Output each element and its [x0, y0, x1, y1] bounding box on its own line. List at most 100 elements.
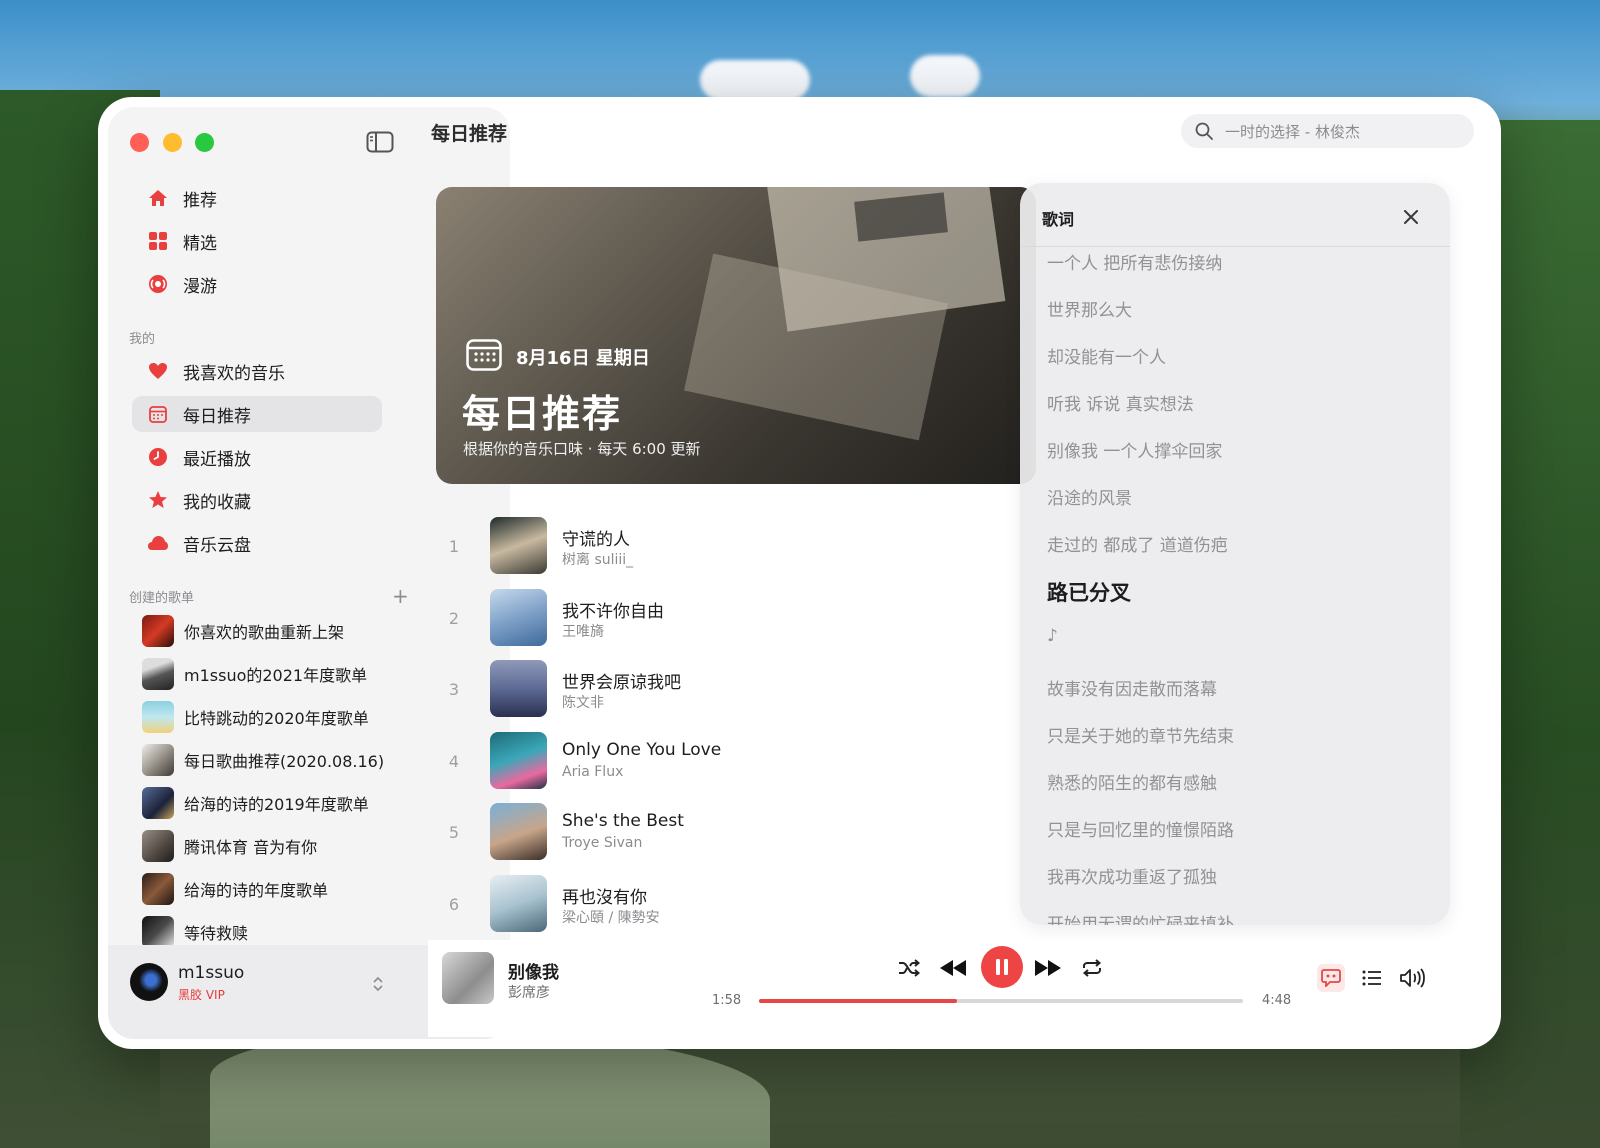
- nav-item-recommend[interactable]: 推荐: [132, 180, 382, 216]
- track-row[interactable]: 2 我不许你自由 王唯旖: [444, 589, 1004, 649]
- playlist-cover: [142, 830, 174, 862]
- repeat-icon[interactable]: [1076, 952, 1108, 984]
- lyric-line[interactable]: 听我 诉说 真实想法: [1047, 390, 1194, 415]
- playlist-cover: [142, 615, 174, 647]
- page-title: 每日推荐: [431, 123, 508, 145]
- track-title: 再也沒有你: [562, 888, 647, 908]
- lyric-line[interactable]: 我再次成功重返了孤独: [1047, 863, 1217, 888]
- track-cover: [490, 589, 547, 646]
- cloud-icon: [147, 532, 169, 554]
- banner-subtitle: 根据你的音乐口味 · 每天 6:00 更新: [463, 440, 701, 458]
- pause-button[interactable]: [981, 946, 1023, 988]
- lyric-line[interactable]: 熟悉的陌生的都有感触: [1047, 769, 1217, 794]
- section-title-mine: 我的: [129, 332, 156, 347]
- daily-banner[interactable]: 8月16日 星期日 每日推荐 根据你的音乐口味 · 每天 6:00 更新: [436, 187, 1036, 484]
- lyric-line[interactable]: 开始用无谓的忙碌来填补: [1047, 910, 1234, 925]
- shuffle-icon[interactable]: [893, 952, 925, 984]
- nav-item-recent[interactable]: 最近播放: [132, 439, 382, 475]
- nav-label: 漫游: [183, 276, 217, 297]
- lyrics-header: 歌词: [1020, 183, 1450, 247]
- playlist-label: 每日歌曲推荐(2020.08.16): [184, 752, 385, 771]
- lyric-line[interactable]: 世界那么大: [1047, 296, 1132, 321]
- lyric-line[interactable]: 沿途的风景: [1047, 484, 1132, 509]
- close-window-button[interactable]: [130, 133, 149, 152]
- nav-item-daily[interactable]: 每日推荐: [132, 396, 382, 432]
- now-playing-cover[interactable]: [442, 952, 494, 1004]
- nav-label: 最近播放: [183, 449, 251, 470]
- lyric-line[interactable]: 只是关于她的章节先结束: [1047, 722, 1234, 747]
- track-row[interactable]: 1 守谎的人 树离 suliii_: [444, 517, 1004, 577]
- nav-item-favorites[interactable]: 我的收藏: [132, 482, 382, 518]
- add-playlist-button[interactable]: +: [392, 584, 409, 608]
- playlist-label: 给海的诗的2019年度歌单: [184, 795, 369, 814]
- app-window: 推荐 精选 漫游 我的 我喜欢的音乐 每日推荐 最近播放 我的收藏 音乐云盘 创…: [98, 97, 1501, 1049]
- track-row[interactable]: 3 世界会原谅我吧 陈文非: [444, 660, 1004, 720]
- lyric-line[interactable]: 只是与回忆里的憧憬陌路: [1047, 816, 1234, 841]
- lyric-line[interactable]: 别像我 一个人撑伞回家: [1047, 437, 1222, 462]
- lyrics-toggle-icon[interactable]: [1317, 964, 1345, 992]
- track-number: 2: [448, 609, 460, 628]
- playlist-item[interactable]: 给海的诗的2019年度歌单: [142, 786, 392, 820]
- track-title: 守谎的人: [562, 530, 630, 550]
- lyrics-title: 歌词: [1042, 210, 1075, 229]
- vip-badge: 黑胶 VIP: [178, 988, 225, 1002]
- lyric-line[interactable]: 却没能有一个人: [1047, 343, 1166, 368]
- star-icon: [147, 489, 169, 511]
- playlist-item[interactable]: 你喜欢的歌曲重新上架: [142, 614, 392, 648]
- banner-title: 每日推荐: [462, 392, 623, 436]
- search-input[interactable]: 一时的选择 - 林俊杰: [1181, 114, 1474, 148]
- track-row[interactable]: 6 再也沒有你 梁心頤 / 陳勢安: [444, 875, 1004, 935]
- lyric-line[interactable]: 走过的 都成了 道道伤疤: [1047, 531, 1228, 556]
- playlist-item[interactable]: 每日歌曲推荐(2020.08.16): [142, 743, 392, 777]
- track-artist: Aria Flux: [562, 764, 624, 780]
- volume-icon[interactable]: [1398, 964, 1426, 992]
- track-row[interactable]: 5 She's the Best Troye Sivan: [444, 803, 1004, 863]
- now-playing-title[interactable]: 别像我: [508, 958, 559, 983]
- track-cover: [490, 732, 547, 789]
- lyrics-panel: 歌词 一个人 把所有悲伤接纳 世界那么大 却没能有一个人 听我 诉说 真实想法 …: [1020, 183, 1450, 925]
- search-icon: [1195, 122, 1213, 140]
- nav-label: 音乐云盘: [183, 535, 251, 556]
- avatar: [130, 963, 168, 1001]
- elapsed-time: 1:58: [712, 993, 742, 1008]
- lyric-line-current[interactable]: 路已分叉: [1047, 577, 1131, 607]
- background-cloud: [910, 55, 980, 97]
- queue-list-icon[interactable]: [1358, 964, 1386, 992]
- nav-item-cloud[interactable]: 音乐云盘: [132, 525, 382, 561]
- playlist-item[interactable]: 等待救赎: [142, 915, 392, 949]
- playlist-label: 你喜欢的歌曲重新上架: [184, 623, 345, 642]
- lyric-line[interactable]: 故事没有因走散而落幕: [1047, 675, 1217, 700]
- nav-item-roam[interactable]: 漫游: [132, 266, 382, 302]
- next-icon[interactable]: [1032, 952, 1064, 984]
- track-number: 1: [448, 537, 460, 556]
- playlist-item[interactable]: 给海的诗的年度歌单: [142, 872, 392, 906]
- playlist-item[interactable]: m1ssuo的2021年度歌单: [142, 657, 392, 691]
- playlist-label: 等待救赎: [184, 924, 249, 943]
- track-row[interactable]: 4 Only One You Love Aria Flux: [444, 732, 1004, 792]
- nav-item-featured[interactable]: 精选: [132, 223, 382, 259]
- zoom-window-button[interactable]: [195, 133, 214, 152]
- minimize-window-button[interactable]: [163, 133, 182, 152]
- lyric-line[interactable]: 一个人 把所有悲伤接纳: [1047, 249, 1222, 274]
- background-cloud: [700, 60, 810, 100]
- radio-icon: [147, 273, 169, 295]
- track-artist: 梁心頤 / 陳勢安: [562, 910, 660, 926]
- playlist-item[interactable]: 腾讯体育 音为有你: [142, 829, 392, 863]
- chevron-updown-icon[interactable]: [372, 975, 384, 997]
- playlist-label: 给海的诗的年度歌单: [184, 881, 329, 900]
- close-icon[interactable]: [1404, 205, 1418, 229]
- progress-slider[interactable]: [759, 999, 1243, 1003]
- track-number: 4: [448, 752, 460, 771]
- playlist-item[interactable]: 比特跳动的2020年度歌单: [142, 700, 392, 734]
- nav-item-liked-music[interactable]: 我喜欢的音乐: [132, 353, 382, 389]
- track-title: Only One You Love: [562, 740, 722, 760]
- playlist-cover: [142, 744, 174, 776]
- previous-icon[interactable]: [937, 952, 969, 984]
- track-title: 我不许你自由: [562, 602, 664, 622]
- track-title: 世界会原谅我吧: [562, 673, 681, 693]
- track-artist: 王唯旖: [562, 624, 604, 640]
- sidebar-toggle-icon[interactable]: [366, 131, 394, 153]
- lyric-line[interactable]: ♪: [1047, 626, 1058, 646]
- user-name: m1ssuo: [178, 963, 245, 983]
- now-playing-artist[interactable]: 彭席彦: [508, 982, 550, 1002]
